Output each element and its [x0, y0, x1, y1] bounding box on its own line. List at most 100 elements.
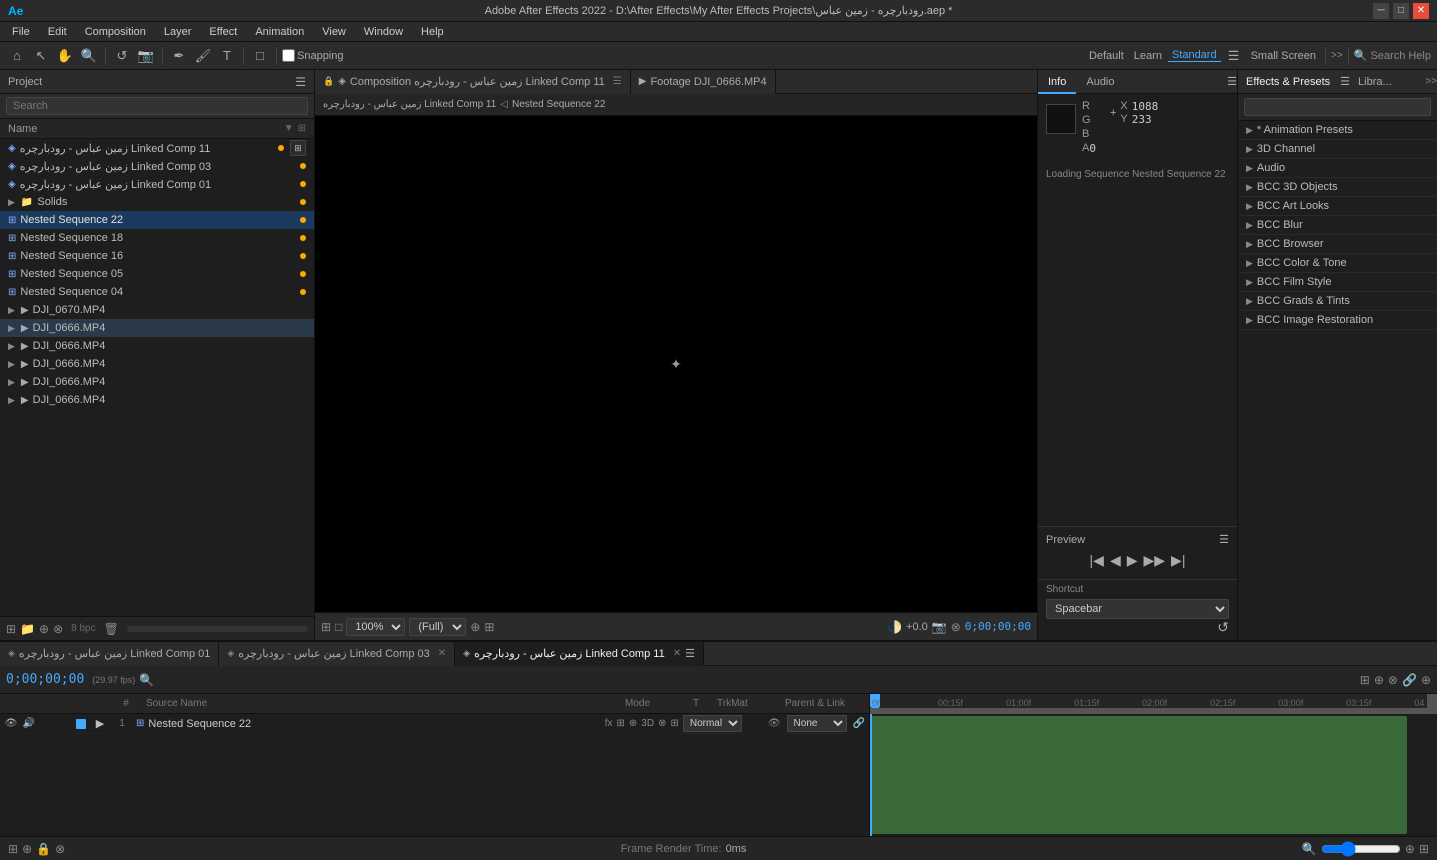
- effects-cat-bccblur[interactable]: ▶ BCC Blur: [1238, 216, 1437, 235]
- minimize-button[interactable]: ─: [1373, 3, 1389, 19]
- layer-btn-5[interactable]: ⊗: [658, 718, 666, 729]
- project-item-ns18[interactable]: ⊞ Nested Sequence 18: [0, 229, 314, 247]
- layer-vis-0[interactable]: 👁: [4, 717, 18, 731]
- effects-cat-bccgrads[interactable]: ▶ BCC Grads & Tints: [1238, 292, 1437, 311]
- viewer-tab-comp-close[interactable]: ☰: [613, 76, 622, 87]
- project-item-ns16[interactable]: ⊞ Nested Sequence 16: [0, 247, 314, 265]
- preview-menu-btn[interactable]: ☰: [1219, 533, 1229, 546]
- tl-tool-1[interactable]: ⊞: [1360, 673, 1370, 687]
- project-item-btn[interactable]: ⊕: [39, 622, 49, 636]
- timeline-tab-0[interactable]: ◈ زمین عباس - رودبارچره Linked Comp 01: [0, 642, 219, 666]
- preview-back-btn[interactable]: ◀: [1110, 552, 1121, 569]
- maximize-button[interactable]: □: [1393, 3, 1409, 19]
- menu-composition[interactable]: Composition: [77, 24, 154, 40]
- tl-tool-4[interactable]: 🔗: [1402, 673, 1417, 687]
- effects-cat-bccart[interactable]: ▶ BCC Art Looks: [1238, 197, 1437, 216]
- effects-tab-main[interactable]: Effects & Presets: [1238, 70, 1338, 94]
- col-thumb-btn[interactable]: ⊞: [298, 123, 306, 134]
- project-menu-btn[interactable]: ☰: [295, 75, 306, 89]
- effects-cat-bcc3d[interactable]: ▶ BCC 3D Objects: [1238, 178, 1437, 197]
- layer-motion-0[interactable]: ⊞: [616, 718, 624, 729]
- tl-tab-menu-2[interactable]: ☰: [685, 647, 695, 660]
- col-sort-btn[interactable]: ▼: [284, 123, 294, 134]
- effects-cat-animation[interactable]: ▶ * Animation Presets: [1238, 121, 1437, 140]
- effects-cat-3d[interactable]: ▶ 3D Channel: [1238, 140, 1437, 159]
- menu-window[interactable]: Window: [356, 24, 411, 40]
- workspace-learn[interactable]: Learn: [1130, 50, 1166, 62]
- brush-tool[interactable]: 🖌: [192, 45, 214, 67]
- workspace-menu[interactable]: ☰: [1223, 45, 1245, 67]
- layer-lock-0[interactable]: [58, 717, 72, 731]
- project-new-comp[interactable]: ⊞: [6, 622, 16, 636]
- tl-search-btn[interactable]: 🔍: [139, 673, 154, 687]
- track-clip-0[interactable]: [870, 716, 1407, 834]
- composition-area[interactable]: ✦: [315, 116, 1037, 612]
- layer-mode-select-0[interactable]: Normal: [683, 715, 742, 732]
- layer-solo-0[interactable]: [40, 717, 54, 731]
- breadcrumb-nested[interactable]: Nested Sequence 22: [512, 99, 605, 110]
- project-item-2[interactable]: ◈ زمین عباس - رودبارچره Linked Comp 01: [0, 175, 314, 193]
- info-menu-btn[interactable]: ☰: [1227, 75, 1237, 88]
- project-delete[interactable]: 🗑: [104, 622, 119, 636]
- tl-footer-btn-1[interactable]: ⊞: [8, 842, 18, 856]
- layer-3d-0[interactable]: 3D: [641, 718, 654, 729]
- project-item-1[interactable]: ◈ زمین عباس - رودبارچره Linked Comp 03: [0, 157, 314, 175]
- effects-expand-btn[interactable]: >>: [1425, 76, 1437, 87]
- workspace-default[interactable]: Default: [1085, 50, 1128, 62]
- project-item-solids[interactable]: ▶ 📁 Solids: [0, 193, 314, 211]
- item-options-0[interactable]: ⊞: [290, 140, 306, 156]
- menu-file[interactable]: File: [4, 24, 38, 40]
- menu-layer[interactable]: Layer: [156, 24, 200, 40]
- info-tab-info[interactable]: Info: [1038, 70, 1076, 94]
- menu-view[interactable]: View: [314, 24, 354, 40]
- camera-tool[interactable]: 📷: [135, 45, 157, 67]
- menu-help[interactable]: Help: [413, 24, 452, 40]
- expand-btn[interactable]: >>: [1331, 50, 1343, 61]
- project-item-dji0666-3[interactable]: ▶ ▶ DJI_0666.MP4: [0, 373, 314, 391]
- layer-name-0[interactable]: Nested Sequence 22: [148, 718, 600, 730]
- menu-animation[interactable]: Animation: [247, 24, 312, 40]
- breadcrumb-comp[interactable]: زمین عباس - رودبارچره Linked Comp 11: [323, 99, 496, 110]
- select-tool[interactable]: ↖: [30, 45, 52, 67]
- hand-tool[interactable]: ✋: [54, 45, 76, 67]
- tl-tool-2[interactable]: ⊕: [1374, 673, 1384, 687]
- tl-timecode[interactable]: 0;00;00;00: [6, 672, 84, 687]
- timeline-tab-2[interactable]: ◈ زمین عباس - رودبارچره Linked Comp 11 ✕…: [455, 642, 704, 666]
- viewer-exposure-btn[interactable]: 🌓: [887, 620, 902, 634]
- project-search-input[interactable]: [6, 97, 308, 115]
- viewer-tab-comp[interactable]: 🔒 ◈ Composition زمین عباس - رودبارچره Li…: [315, 70, 631, 94]
- layer-btn-6[interactable]: ⊞: [670, 718, 678, 729]
- project-item-dji0666-4[interactable]: ▶ ▶ DJI_0666.MP4: [0, 391, 314, 409]
- workspace-small[interactable]: Small Screen: [1247, 50, 1320, 62]
- menu-effect[interactable]: Effect: [201, 24, 245, 40]
- effects-search-input[interactable]: [1244, 98, 1431, 116]
- info-tab-audio[interactable]: Audio: [1076, 70, 1124, 94]
- viewer-tab-footage[interactable]: ▶ Footage DJI_0666.MP4: [631, 70, 776, 94]
- zoom-select[interactable]: 100% 50% 200%: [346, 618, 405, 636]
- tl-zoom-slider[interactable]: [1321, 841, 1401, 857]
- layer-adj-0[interactable]: ⊕: [629, 718, 637, 729]
- effects-cat-bcccolor[interactable]: ▶ BCC Color & Tone: [1238, 254, 1437, 273]
- effects-cat-bccfilm[interactable]: ▶ BCC Film Style: [1238, 273, 1437, 292]
- project-item-dji0670[interactable]: ▶ ▶ DJI_0670.MP4: [0, 301, 314, 319]
- effects-cat-bccbrowser[interactable]: ▶ BCC Browser: [1238, 235, 1437, 254]
- snapping-checkbox[interactable]: Snapping: [282, 49, 344, 62]
- tl-zoom-in[interactable]: ⊕: [1405, 842, 1415, 856]
- effects-tab-library[interactable]: Libra...: [1350, 70, 1400, 94]
- home-button[interactable]: ⌂: [6, 45, 28, 67]
- project-item-0[interactable]: ◈ زمین عباس - رودبارچره Linked Comp 11 ⊞: [0, 139, 314, 157]
- layer-expand-0[interactable]: ▶: [92, 717, 108, 730]
- project-deps[interactable]: ⊗: [53, 622, 63, 636]
- preview-fwd-btn[interactable]: ▶▶: [1144, 552, 1166, 569]
- viewer-view-btn[interactable]: ⊕: [470, 620, 480, 634]
- quality-select[interactable]: (Full) (Half): [409, 618, 466, 636]
- viewer-roi-btn[interactable]: □: [335, 620, 342, 634]
- rotate-tool[interactable]: ↺: [111, 45, 133, 67]
- tl-zoom-out[interactable]: 🔍: [1302, 842, 1317, 856]
- project-item-dji0666-0[interactable]: ▶ ▶ DJI_0666.MP4: [0, 319, 314, 337]
- layer-parent-select-0[interactable]: None: [787, 715, 847, 732]
- layer-label-0[interactable]: [76, 719, 86, 729]
- preview-first-btn[interactable]: |◀: [1090, 552, 1104, 569]
- tl-tool-3[interactable]: ⊗: [1388, 673, 1398, 687]
- layer-effects-0[interactable]: fx: [605, 718, 613, 729]
